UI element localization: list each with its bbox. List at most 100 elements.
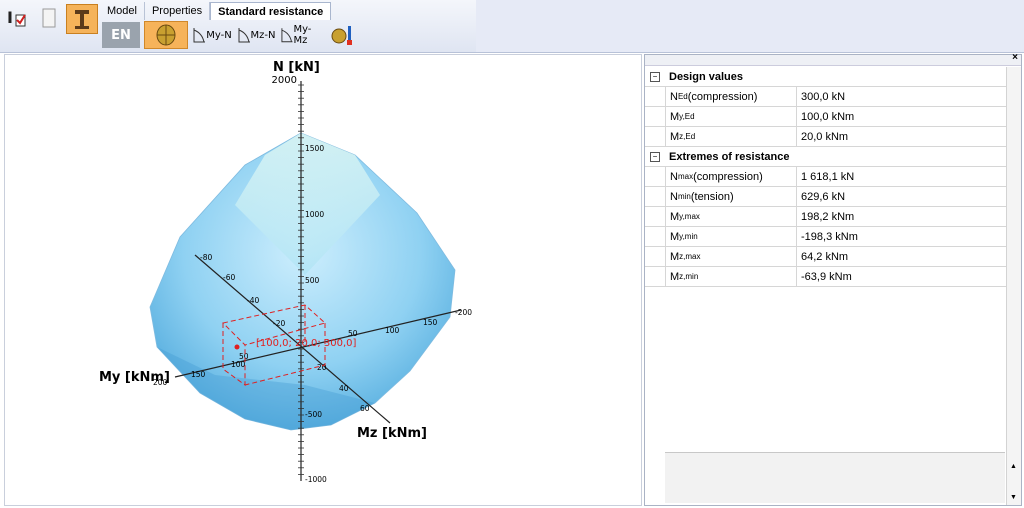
mz-tick-40: 40	[339, 384, 349, 393]
main-toolbar: I Model Properties Standard resistance E…	[0, 0, 1024, 53]
property-value[interactable]: 20,0 kNm	[797, 127, 1019, 146]
subscript: z,max	[679, 252, 701, 261]
property-row[interactable]: Nmin (tension) 629,6 kN	[645, 187, 1019, 207]
section-design-values[interactable]: − Design values	[645, 67, 1019, 87]
mz-tick-60: 60	[360, 404, 370, 413]
close-icon[interactable]: ×	[1012, 52, 1018, 63]
property-grid: − Design values N Ed (compression) 300,0 k…	[645, 67, 1019, 287]
row-gutter	[645, 267, 665, 286]
interaction-surface-plot[interactable]: 2000 1500 1000 500 -500 -1000 -80 -60 -4…	[5, 55, 641, 505]
property-value[interactable]: 1 618,1 kN	[797, 167, 1019, 186]
my-mz-diagram-button[interactable]: My-Mz	[280, 22, 324, 48]
property-value[interactable]: -198,3 kNm	[797, 227, 1019, 246]
subscript: min	[677, 192, 691, 201]
my-pos-tick-150: 150	[423, 318, 438, 327]
collapse-icon[interactable]: −	[650, 151, 660, 162]
check-tool-button[interactable]	[328, 22, 358, 48]
section-extremes[interactable]: − Extremes of resistance	[645, 147, 1019, 167]
design-point-label: [100,0; 20,0; 300,0]	[256, 338, 357, 349]
description-area	[665, 452, 1005, 503]
design-point-marker[interactable]	[234, 344, 240, 350]
scroll-down-icon[interactable]: ▼	[1010, 494, 1017, 501]
my-tick-150: 150	[191, 370, 206, 379]
interaction-diagram-canvas[interactable]: 2000 1500 1000 500 -500 -1000 -80 -60 -4…	[4, 54, 642, 506]
row-gutter	[645, 227, 665, 246]
toolbar-empty-area	[476, 0, 1024, 52]
tab-model[interactable]: Model	[100, 2, 145, 20]
n-tick-minus-1000: -1000	[305, 475, 327, 484]
interaction-diagram-3d-button[interactable]	[144, 21, 188, 49]
mz-tick-minus-40: -40	[247, 296, 259, 305]
interaction-surface-icon	[156, 24, 176, 46]
symbol: N	[670, 190, 678, 203]
my-mz-label: My-Mz	[293, 24, 312, 46]
property-label: Nmin (tension)	[665, 187, 797, 206]
page-icon[interactable]	[38, 4, 60, 32]
property-row[interactable]: My,min -198,3 kNm	[645, 227, 1019, 247]
ribbon: EN My-N Mz-N My-Mz	[100, 20, 478, 50]
mz-axis-label: Mz [kNm]	[357, 426, 427, 441]
language-button[interactable]: EN	[102, 22, 140, 48]
mz-tick-minus-60: -60	[223, 273, 235, 282]
row-gutter	[645, 167, 665, 186]
symbol: M	[670, 110, 680, 123]
label-tail: (compression)	[693, 170, 763, 183]
vertical-scrollbar[interactable]: ▲ ▼	[1006, 67, 1021, 505]
property-row[interactable]: Nmax (compression) 1 618,1 kN	[645, 167, 1019, 187]
property-value[interactable]: -63,9 kNm	[797, 267, 1019, 286]
my-pos-tick-100: 100	[385, 326, 400, 335]
symbol: N	[670, 90, 678, 103]
input-check-icon[interactable]: I	[4, 4, 30, 32]
svg-text:I: I	[7, 8, 13, 27]
property-value[interactable]: 629,6 kN	[797, 187, 1019, 206]
symbol: M	[670, 250, 680, 263]
row-gutter	[645, 127, 665, 146]
symbol: M	[670, 130, 680, 143]
row-gutter	[645, 247, 665, 266]
property-label: My,Ed	[665, 107, 797, 126]
label-tail: (tension)	[690, 190, 734, 203]
subscript: z,min	[679, 272, 699, 281]
mz-tick-minus-80: -80	[200, 253, 212, 262]
my-n-diagram-button[interactable]: My-N	[192, 22, 232, 48]
n-axis-label: N [kN]	[273, 60, 320, 75]
property-value[interactable]: 198,2 kNm	[797, 207, 1019, 226]
subscript: y,Ed	[679, 112, 695, 121]
property-row[interactable]: Mz,Ed 20,0 kNm	[645, 127, 1019, 147]
my-axis-label: My [kNm]	[99, 370, 170, 385]
n-tick-minus-500: -500	[305, 410, 322, 419]
check-tool-icon	[331, 26, 352, 45]
property-row[interactable]: Mz,min -63,9 kNm	[645, 267, 1019, 287]
symbol: N	[670, 170, 678, 183]
property-value[interactable]: 64,2 kNm	[797, 247, 1019, 266]
collapse-icon[interactable]: −	[650, 71, 660, 82]
mz-tick-minus-20: -20	[273, 319, 285, 328]
property-row[interactable]: N Ed (compression) 300,0 kN	[645, 87, 1019, 107]
property-label: Mz,max	[665, 247, 797, 266]
diagram-icon	[281, 28, 293, 43]
row-gutter	[645, 187, 665, 206]
n-tick-1000: 1000	[305, 210, 324, 219]
property-row[interactable]: My,Ed 100,0 kNm	[645, 107, 1019, 127]
property-row[interactable]: Mz,max 64,2 kNm	[645, 247, 1019, 267]
tab-standard-resistance[interactable]: Standard resistance	[210, 2, 332, 20]
mz-n-diagram-button[interactable]: Mz-N	[236, 22, 276, 48]
symbol: M	[670, 210, 680, 223]
tab-properties[interactable]: Properties	[145, 2, 211, 20]
my-pos-tick-50: 50	[348, 329, 358, 338]
property-label: N Ed (compression)	[665, 87, 797, 106]
diagram-icon	[193, 28, 206, 43]
symbol: M	[670, 270, 680, 283]
property-value[interactable]: 100,0 kNm	[797, 107, 1019, 126]
property-row[interactable]: My,max 198,2 kNm	[645, 207, 1019, 227]
property-label: Mz,Ed	[665, 127, 797, 146]
subscript: z,Ed	[679, 132, 696, 141]
scroll-up-icon[interactable]: ▲	[1010, 463, 1017, 470]
diagram-icon	[238, 28, 250, 43]
property-label: Nmax (compression)	[665, 167, 797, 186]
row-gutter	[645, 87, 665, 106]
section-icon[interactable]	[66, 4, 98, 34]
subscript: Ed	[677, 92, 688, 101]
property-value[interactable]: 300,0 kN	[797, 87, 1019, 106]
subscript: y,min	[679, 232, 698, 241]
